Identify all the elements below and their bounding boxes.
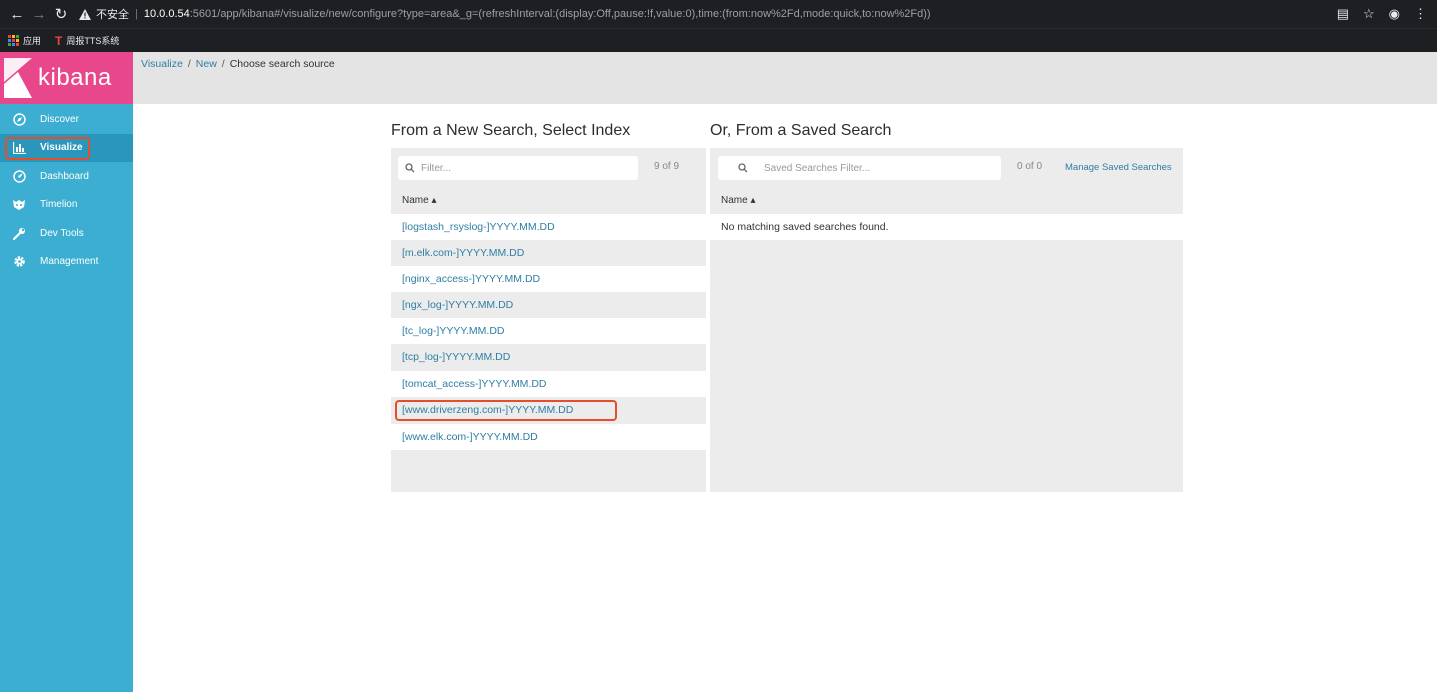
breadcrumb-separator: / (187, 58, 191, 70)
index-link[interactable]: [nginx_access-]YYYY.MM.DD (402, 273, 540, 285)
breadcrumb-visualize[interactable]: Visualize (141, 58, 183, 70)
index-filter-placeholder: Filter... (421, 162, 452, 174)
saved-search-panel (710, 148, 1183, 492)
index-link[interactable]: [logstash_rsyslog-]YYYY.MM.DD (402, 221, 555, 233)
index-name-header[interactable]: Name ▴ (402, 195, 436, 206)
index-row[interactable]: [logstash_rsyslog-]YYYY.MM.DD (391, 214, 706, 240)
sidebar-item-label: Dashboard (40, 170, 89, 182)
sidebar-item-label: Timelion (40, 199, 78, 211)
menu-icon[interactable]: ⋮ (1414, 6, 1427, 22)
url-path: :5601/app/kibana#/visualize/new/configur… (189, 8, 931, 20)
search-icon (738, 163, 748, 173)
gear-icon (11, 254, 27, 270)
browser-toolbar: ← → ↻ 不安全 | 10.0.0.54 :5601/app/kibana#/… (0, 0, 1437, 28)
highlight-box (5, 136, 90, 160)
saved-search-filter-placeholder: Saved Searches Filter... (764, 162, 871, 174)
index-count: 9 of 9 (654, 161, 680, 172)
index-link[interactable]: [m.elk.com-]YYYY.MM.DD (402, 247, 524, 259)
bookmarks-bar: 应用 T 周报TTS系统 (0, 28, 1437, 52)
bookmark-tts[interactable]: T 周报TTS系统 (55, 34, 119, 48)
index-filter-input[interactable]: Filter... (398, 156, 638, 180)
sidebar-item-visualize[interactable]: Visualize (0, 133, 133, 162)
sidebar-item-dev-tools[interactable]: Dev Tools (0, 219, 133, 248)
index-row[interactable]: [nginx_access-]YYYY.MM.DD (391, 266, 706, 292)
dashboard-icon (11, 168, 27, 184)
breadcrumb-current: Choose search source (229, 58, 335, 70)
breadcrumb-separator: / (221, 58, 225, 70)
kibana-logo[interactable]: kibana (0, 52, 133, 104)
saved-search-title: Or, From a Saved Search (710, 122, 892, 139)
insecure-label: 不安全 (96, 9, 129, 21)
bookmark-label: 应用 (23, 36, 42, 46)
breadcrumb-new[interactable]: New (196, 58, 217, 70)
saved-search-name-header[interactable]: Name ▴ (721, 195, 755, 206)
sidebar-item-management[interactable]: Management (0, 248, 133, 277)
index-link[interactable]: [ngx_log-]YYYY.MM.DD (402, 299, 513, 311)
translate-icon[interactable]: ▤ (1337, 6, 1349, 22)
bookmark-label: 周报TTS系统 (66, 36, 120, 46)
empty-message-text: No matching saved searches found. (721, 221, 889, 233)
no-saved-searches-message: No matching saved searches found. (710, 214, 1183, 240)
url-host: 10.0.0.54 (143, 8, 190, 20)
address-separator: | (135, 8, 138, 20)
star-icon[interactable]: ☆ (1363, 6, 1375, 22)
kibana-sidebar: kibana Discover Visualize Dashboard Time… (0, 52, 133, 692)
index-link[interactable]: [www.elk.com-]YYYY.MM.DD (402, 431, 538, 443)
account-icon[interactable]: ◉ (1389, 6, 1400, 22)
kibana-logo-text: kibana (38, 64, 112, 91)
index-row[interactable]: [ngx_log-]YYYY.MM.DD (391, 292, 706, 318)
highlight-box (395, 400, 617, 421)
address-bar[interactable]: 不安全 | 10.0.0.54 :5601/app/kibana#/visual… (78, 3, 1337, 25)
sidebar-item-timelion[interactable]: Timelion (0, 191, 133, 220)
index-row[interactable]: [tcp_log-]YYYY.MM.DD (391, 344, 706, 370)
manage-saved-searches-link[interactable]: Manage Saved Searches (1065, 162, 1172, 173)
sidebar-item-discover[interactable]: Discover (0, 105, 133, 134)
sidebar-item-label: Dev Tools (40, 227, 84, 239)
new-search-title: From a New Search, Select Index (391, 122, 631, 139)
t-logo-icon: T (55, 33, 63, 48)
kibana-logo-icon (4, 58, 32, 98)
index-link[interactable]: [tomcat_access-]YYYY.MM.DD (402, 378, 547, 390)
back-arrow-icon[interactable]: ← (6, 3, 28, 25)
index-link[interactable]: [tcp_log-]YYYY.MM.DD (402, 351, 510, 363)
sidebar-item-label: Management (40, 256, 99, 268)
warning-icon (78, 7, 92, 21)
sidebar-item-label: Discover (40, 113, 79, 125)
bookmark-apps[interactable]: 应用 (8, 34, 41, 47)
reload-icon[interactable]: ↻ (50, 3, 72, 25)
index-row[interactable]: [m.elk.com-]YYYY.MM.DD (391, 240, 706, 266)
timelion-icon (11, 197, 27, 213)
index-row[interactable]: [www.elk.com-]YYYY.MM.DD (391, 424, 706, 450)
top-panel: Visualize / New / Choose search source (133, 52, 1437, 104)
breadcrumb: Visualize / New / Choose search source (141, 58, 335, 70)
saved-search-count: 0 of 0 (1017, 161, 1043, 172)
compass-icon (11, 111, 27, 127)
saved-search-filter-input[interactable]: Saved Searches Filter... (718, 156, 1001, 180)
sidebar-item-dashboard[interactable]: Dashboard (0, 162, 133, 191)
forward-arrow-icon[interactable]: → (28, 3, 50, 25)
index-row[interactable]: [tomcat_access-]YYYY.MM.DD (391, 371, 706, 397)
apps-grid-icon (8, 35, 19, 46)
index-row[interactable]: [tc_log-]YYYY.MM.DD (391, 318, 706, 344)
wrench-icon (11, 225, 27, 241)
index-link[interactable]: [tc_log-]YYYY.MM.DD (402, 325, 505, 337)
search-icon (405, 163, 415, 173)
